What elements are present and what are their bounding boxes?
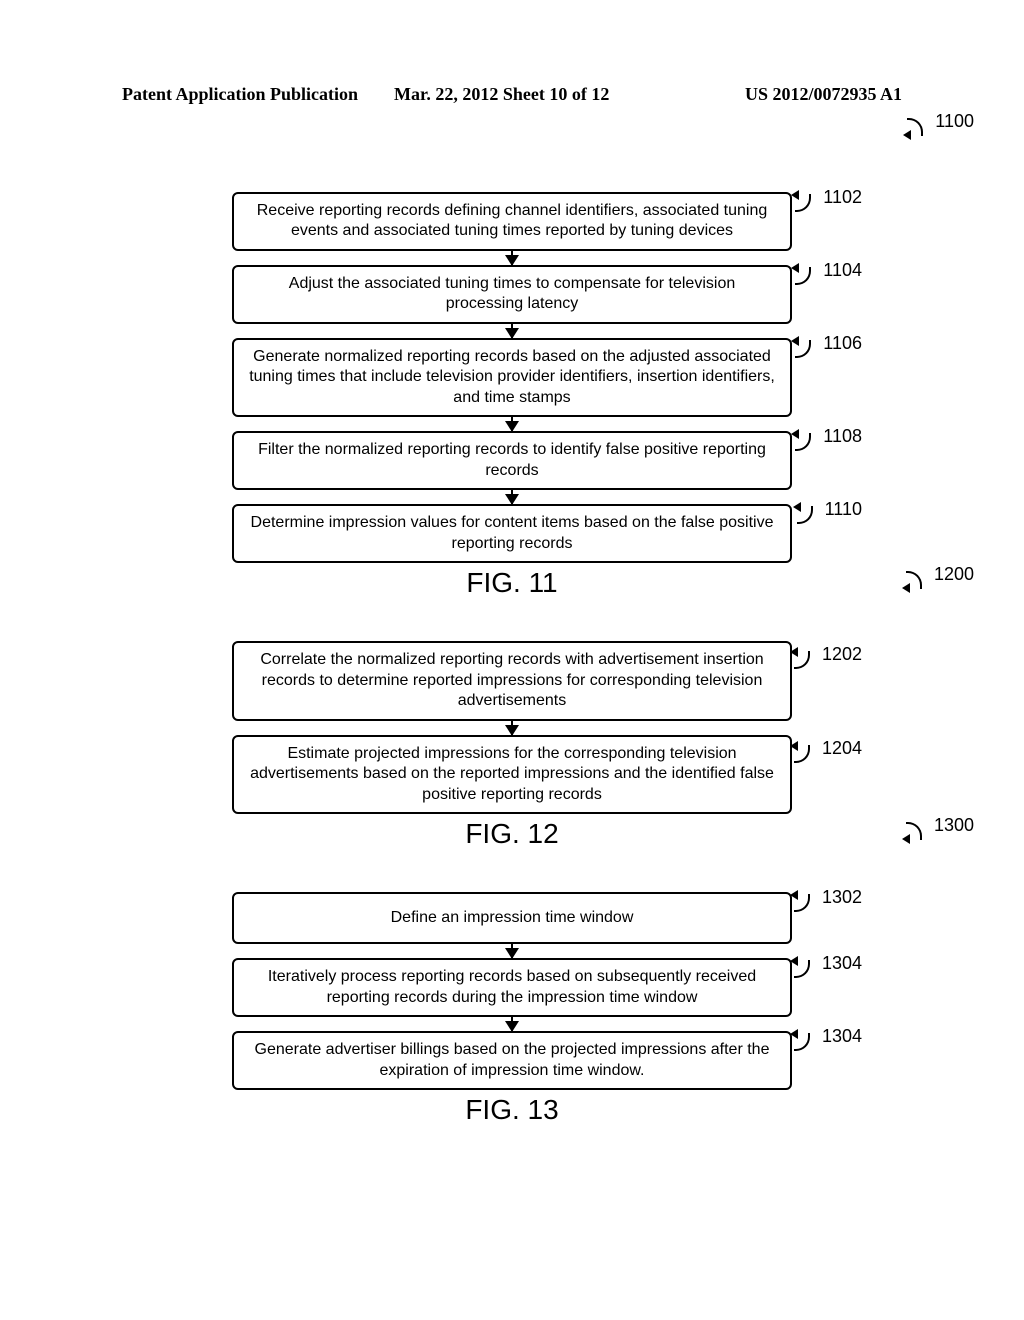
figure-ref-1300: 1300 [906,820,974,844]
flow-arrow [511,490,513,504]
header-right: US 2012/0072935 A1 [609,84,1024,105]
ref-number: 1106 [819,334,862,352]
step-ref: 1304 [794,958,862,980]
ref-number: 1100 [931,112,974,130]
ref-number: 1202 [818,645,862,663]
leader-hook [907,116,931,138]
step-ref: 1106 [795,338,862,360]
figure-label-11: FIG. 11 [120,567,904,599]
ref-number: 1304 [818,954,862,972]
step-wrap: Adjust the associated tuning times to co… [232,265,792,324]
flow-step: Define an impression time window [232,892,792,944]
step-wrap: Receive reporting records defining chann… [232,192,792,251]
step-wrap: Iteratively process reporting records ba… [232,958,792,1017]
flow-step: Receive reporting records defining chann… [232,192,792,251]
flow-step: Adjust the associated tuning times to co… [232,265,792,324]
leader-hook [795,265,819,287]
leader-hook [906,569,930,591]
step-ref: 1202 [794,649,862,671]
flow-step: Iteratively process reporting records ba… [232,958,792,1017]
leader-hook [795,431,819,453]
patent-page: Patent Application Publication Mar. 22, … [0,0,1024,1320]
flowchart-11: 1100 Receive reporting records defining … [120,150,904,599]
step-wrap: Filter the normalized reporting records … [232,431,792,490]
leader-hook [906,820,930,842]
ref-number: 1302 [818,888,862,906]
flow-arrow [511,417,513,431]
leader-hook [795,338,819,360]
ref-number: 1110 [821,500,862,518]
page-header: Patent Application Publication Mar. 22, … [0,84,1024,105]
leader-hook [794,892,818,914]
figure-12: 1200 Correlate the normalized reporting … [120,599,904,850]
figure-ref-1200: 1200 [906,569,974,593]
step-ref: 1302 [794,892,862,914]
header-left: Patent Application Publication [0,84,358,105]
step-wrap: Generate advertiser billings based on th… [232,1031,792,1090]
ref-number: 1108 [819,427,862,445]
flow-arrow [511,944,513,958]
figure-ref-1100: 1100 [907,116,974,140]
figure-13: 1300 Define an impression time window 13… [120,850,904,1126]
flow-arrow [511,1017,513,1031]
step-wrap: Estimate projected impressions for the c… [232,735,792,814]
flowchart-13: 1300 Define an impression time window 13… [120,850,904,1126]
flow-arrow [511,251,513,265]
flow-arrow [511,721,513,735]
step-wrap: Define an impression time window 1302 [232,892,792,944]
leader-hook [794,1031,818,1053]
ref-number: 1104 [819,261,862,279]
leader-hook [795,192,819,214]
flow-step: Generate advertiser billings based on th… [232,1031,792,1090]
flow-arrow [511,324,513,338]
leader-hook [794,743,818,765]
step-ref: 1108 [795,431,862,453]
step-wrap: Correlate the normalized reporting recor… [232,641,792,720]
flowchart-12: 1200 Correlate the normalized reporting … [120,599,904,850]
step-ref: 1102 [795,192,862,214]
flow-step: Filter the normalized reporting records … [232,431,792,490]
step-ref: 1104 [795,265,862,287]
flow-step: Estimate projected impressions for the c… [232,735,792,814]
leader-hook [794,649,818,671]
step-ref: 1204 [794,743,862,765]
header-mid: Mar. 22, 2012 Sheet 10 of 12 [358,84,609,105]
flow-step: Determine impression values for content … [232,504,792,563]
step-ref: 1110 [797,504,862,526]
ref-number: 1200 [930,565,974,583]
figure-11: 1100 Receive reporting records defining … [120,150,904,599]
ref-number: 1300 [930,816,974,834]
figure-label-12: FIG. 12 [120,818,904,850]
flow-step: Correlate the normalized reporting recor… [232,641,792,720]
figure-label-13: FIG. 13 [120,1094,904,1126]
ref-number: 1102 [819,188,862,206]
step-ref: 1304 [794,1031,862,1053]
leader-hook [797,504,821,526]
ref-number: 1204 [818,739,862,757]
step-wrap: Determine impression values for content … [232,504,792,563]
figures-container: 1100 Receive reporting records defining … [120,150,904,1126]
flow-step: Generate normalized reporting records ba… [232,338,792,417]
leader-hook [794,958,818,980]
step-wrap: Generate normalized reporting records ba… [232,338,792,417]
ref-number: 1304 [818,1027,862,1045]
